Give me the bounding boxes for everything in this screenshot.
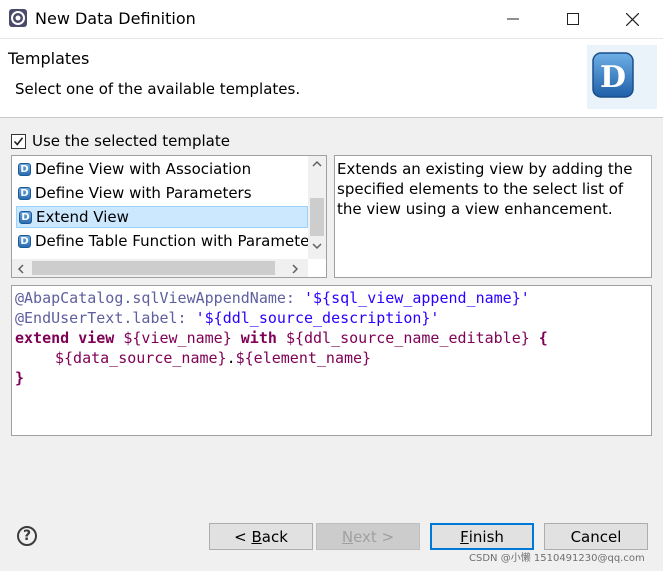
minimize-icon (507, 18, 519, 20)
use-template-checkbox[interactable]: Use the selected template (11, 131, 230, 151)
finish-button[interactable]: Finish (430, 523, 534, 550)
code-line-3: extend view ${view_name} with ${ddl_sour… (15, 328, 548, 348)
page-title: Templates (8, 49, 90, 68)
scroll-up-icon[interactable] (312, 158, 322, 172)
code-string: '${sql_view_append_name}' (303, 289, 530, 307)
code-placeholder: ${data_source_name} (55, 349, 227, 367)
list-item-label: Define View with Parameters (35, 184, 252, 202)
svg-text:D: D (600, 60, 626, 95)
next-button-label: ext (353, 527, 377, 546)
scroll-left-icon[interactable] (16, 263, 26, 277)
vertical-scroll-thumb[interactable] (310, 198, 324, 236)
code-string: '${ddl_source_description}' (195, 309, 440, 327)
code-line-4: ${data_source_name}.${element_name} (55, 348, 371, 368)
cancel-button-label: Cancel (570, 527, 622, 546)
finish-button-label: inish (468, 527, 504, 546)
template-description: Extends an existing view by adding the s… (334, 155, 652, 278)
finish-button-mnemonic: F (460, 527, 469, 546)
next-button[interactable]: Next > (316, 523, 420, 550)
list-item-define-table-function-with-parameters[interactable]: D Define Table Function with Parameters (16, 230, 308, 252)
back-button-mnemonic: B (251, 527, 262, 546)
window-title: New Data Definition (35, 9, 196, 28)
next-button-suffix: > (376, 527, 395, 546)
use-template-label: Use the selected template (32, 132, 230, 150)
ddl-template-icon: D (18, 186, 31, 200)
code-placeholder: ${ddl_source_name_editable} (285, 329, 530, 347)
close-icon (625, 12, 639, 26)
list-item-label: Define Table Function with Parameters (35, 232, 308, 250)
cancel-button[interactable]: Cancel (544, 523, 648, 550)
ddl-template-icon: D (18, 234, 31, 248)
template-list[interactable]: D Define View with Association D Define … (11, 155, 327, 278)
code-placeholder: ${element_name} (235, 349, 372, 367)
code-keyword: with (231, 329, 286, 347)
back-button-label: ack (261, 527, 288, 546)
checkbox-check-icon (13, 136, 24, 146)
scroll-right-icon[interactable] (290, 263, 300, 277)
watermark: CSDN @小懒 1510491230@qq.com (469, 553, 645, 564)
code-line-1: @AbapCatalog.sqlViewAppendName: '${sql_v… (15, 288, 530, 308)
code-line-5: } (15, 368, 24, 388)
code-keyword: extend view (15, 329, 124, 347)
code-brace: } (15, 369, 25, 387)
app-icon (9, 9, 27, 27)
vertical-scrollbar[interactable] (308, 156, 326, 259)
scroll-down-icon[interactable] (312, 240, 322, 254)
code-line-2: @EndUserText.label: '${ddl_source_descri… (15, 308, 439, 328)
ddl-template-icon: D (19, 210, 32, 224)
list-item-label: Define View with Association (35, 160, 252, 178)
code-annotation: @EndUserText.label: (15, 309, 196, 327)
next-button-mnemonic: N (341, 527, 354, 546)
template-code-preview: @AbapCatalog.sqlViewAppendName: '${sql_v… (11, 285, 652, 436)
list-item-define-view-with-parameters[interactable]: D Define View with Parameters (16, 182, 308, 204)
minimize-button[interactable] (487, 0, 539, 38)
wizard-header: Templates Select one of the available te… (0, 39, 663, 118)
code-brace: { (529, 329, 548, 347)
code-annotation: @AbapCatalog.sqlViewAppendName: (15, 289, 304, 307)
close-button[interactable] (606, 0, 658, 38)
horizontal-scrollbar[interactable] (12, 259, 308, 277)
help-icon[interactable]: ? (17, 526, 37, 546)
maximize-button[interactable] (547, 0, 599, 38)
page-description: Select one of the available templates. (15, 80, 301, 98)
maximize-icon (567, 13, 579, 25)
title-bar: New Data Definition (0, 0, 663, 39)
code-placeholder: ${view_name} (123, 329, 232, 347)
ddl-template-icon: D (18, 162, 31, 176)
list-item-define-view-with-association[interactable]: D Define View with Association (16, 158, 308, 180)
back-button[interactable]: < Back (209, 523, 313, 550)
horizontal-scroll-thumb[interactable] (32, 261, 275, 275)
code-dot: . (226, 349, 236, 367)
list-item-label: Extend View (36, 208, 129, 226)
checkbox-box[interactable] (11, 133, 26, 149)
list-item-extend-view[interactable]: D Extend View (16, 206, 308, 228)
back-button-prefix: < (234, 527, 252, 546)
ddl-logo-icon: D (587, 45, 657, 109)
